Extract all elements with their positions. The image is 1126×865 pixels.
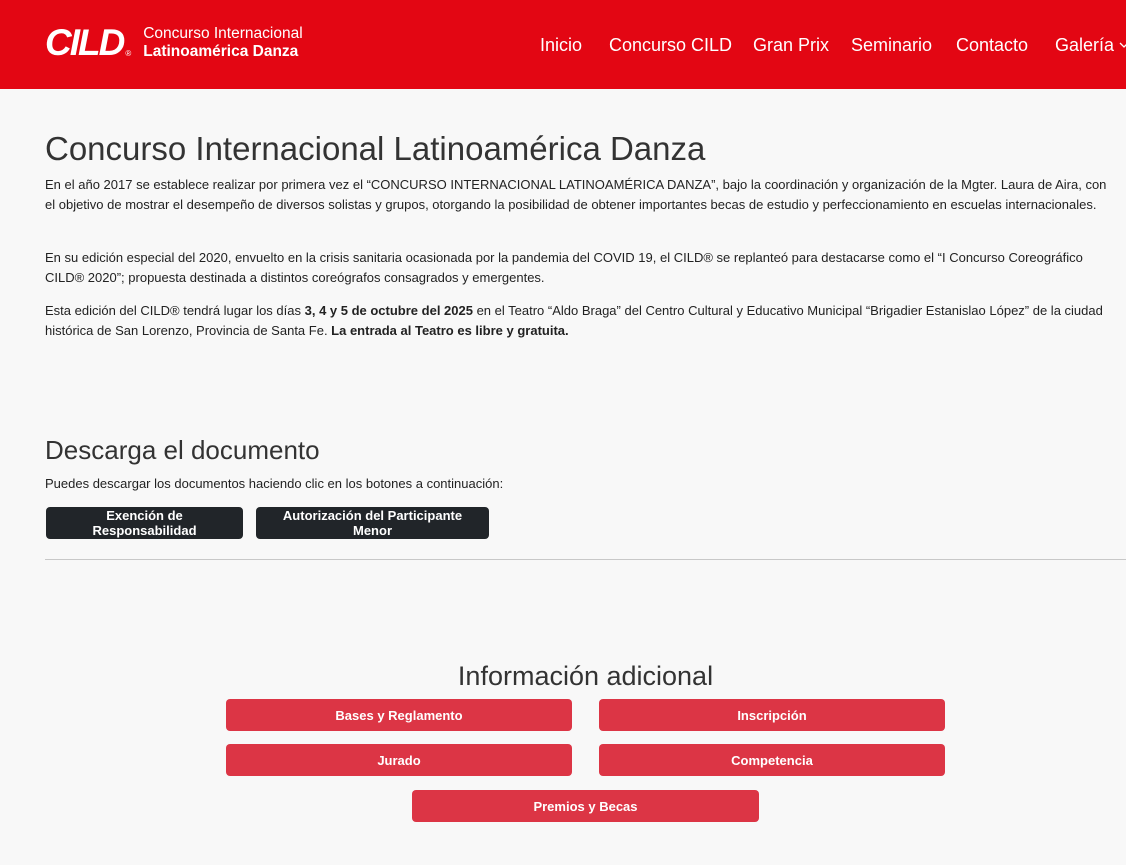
- page-title: Concurso Internacional Latinoamérica Dan…: [45, 130, 706, 167]
- nav-item-contacto[interactable]: Contacto: [956, 34, 1028, 56]
- intro-paragraph-1: En el año 2017 se establece realizar por…: [45, 177, 1107, 212]
- site-header: CILD ® Concurso Internacional Latinoamér…: [0, 0, 1126, 89]
- download-heading: Descarga el documento: [45, 435, 320, 465]
- logo-line-2: Latinoamérica Danza: [143, 43, 299, 60]
- logo-mark: CILD: [45, 22, 125, 63]
- additional-info-heading: Información adicional: [457, 661, 714, 691]
- free-entry-note: La entrada al Teatro es libre y gratuita…: [331, 323, 569, 338]
- inscripcion-button[interactable]: Inscripción: [599, 699, 945, 731]
- minor-authorization-download-button[interactable]: Autorización del Participante Menor: [256, 507, 489, 539]
- jurado-button[interactable]: Jurado: [226, 744, 572, 776]
- logo-line-1: Concurso Internacional: [143, 25, 303, 42]
- nav-item-inicio[interactable]: Inicio: [540, 34, 582, 56]
- nav-item-galeria-label: Galería: [1055, 35, 1115, 55]
- nav-item-concurso-cild[interactable]: Concurso CILD: [609, 34, 732, 56]
- nav-item-gran-prix[interactable]: Gran Prix: [753, 34, 829, 56]
- p3-text-a: Esta edición del CILD® tendrá lugar los …: [45, 303, 305, 318]
- bases-reglamento-button[interactable]: Bases y Reglamento: [226, 699, 572, 731]
- event-dates: 3, 4 y 5 de octubre del 2025: [304, 303, 473, 318]
- chevron-down-icon: [1119, 42, 1126, 48]
- intro-paragraph-2: En su edición especial del 2020, envuelt…: [45, 250, 1083, 285]
- intro-paragraph-3: Esta edición del CILD® tendrá lugar los …: [45, 301, 1115, 341]
- premios-becas-button[interactable]: Premios y Becas: [412, 790, 759, 822]
- competencia-button[interactable]: Competencia: [599, 744, 945, 776]
- download-subtitle: Puedes descargar los documentos haciendo…: [45, 476, 504, 491]
- waiver-download-button[interactable]: Exención de Responsabilidad: [46, 507, 243, 539]
- nav-item-seminario[interactable]: Seminario: [851, 34, 932, 56]
- logo-text: Concurso Internacional Latinoamérica Dan…: [143, 25, 302, 61]
- site-logo[interactable]: CILD ® Concurso Internacional Latinoamér…: [45, 24, 303, 62]
- nav-item-galeria[interactable]: Galería: [1055, 34, 1126, 56]
- logo-registered-mark: ®: [125, 49, 132, 58]
- section-divider: [45, 559, 1126, 560]
